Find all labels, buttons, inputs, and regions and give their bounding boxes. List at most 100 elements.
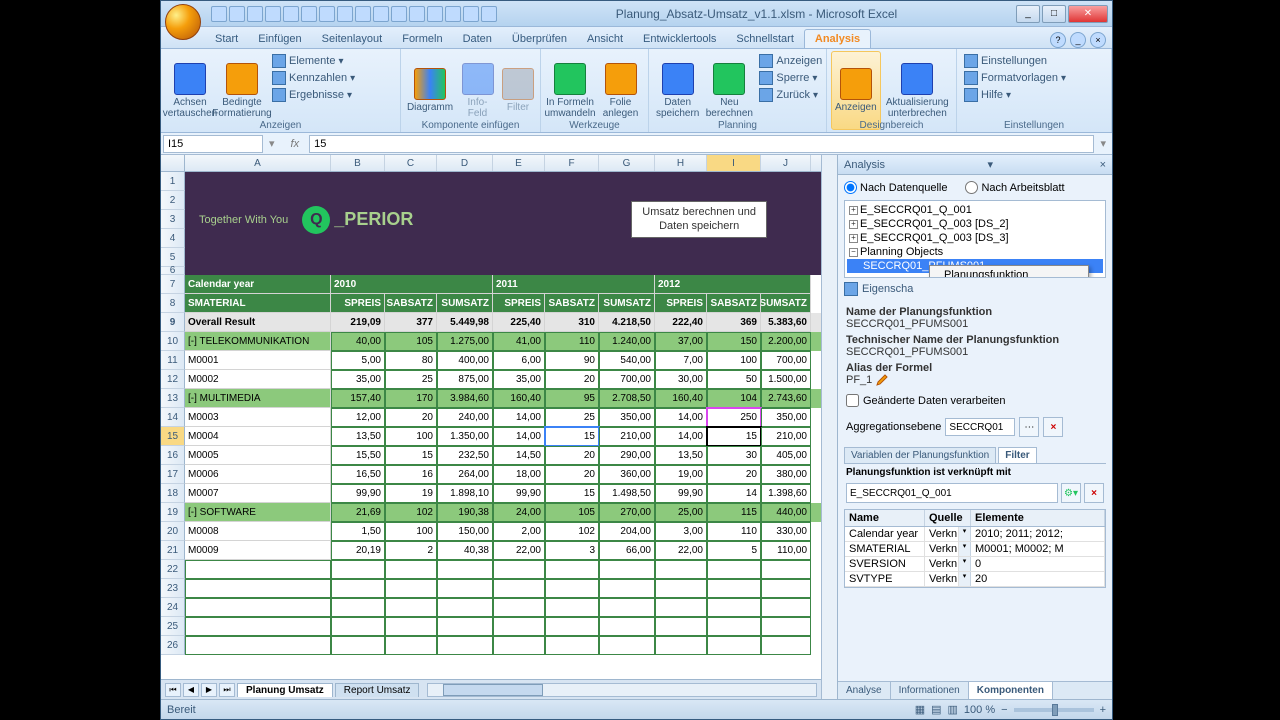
cell[interactable] — [761, 579, 811, 598]
cell[interactable]: 50 — [707, 370, 761, 389]
cell[interactable]: 264,00 — [437, 465, 493, 484]
qat-icon[interactable] — [481, 6, 497, 22]
view-break-icon[interactable]: ▥ — [948, 703, 958, 716]
cell[interactable] — [707, 636, 761, 655]
cell[interactable]: 270,00 — [599, 503, 655, 522]
cell[interactable]: 12,00 — [331, 408, 385, 427]
qat-icon[interactable] — [355, 6, 371, 22]
qat-icon[interactable] — [319, 6, 335, 22]
tab-entwicklertools[interactable]: Entwicklertools — [633, 30, 726, 48]
cell[interactable]: 41,00 — [493, 332, 545, 351]
column-header[interactable]: B — [331, 155, 385, 171]
row-header[interactable]: 19 — [161, 503, 185, 522]
cell[interactable]: 1.498,50 — [599, 484, 655, 503]
tab-schnellstart[interactable]: Schnellstart — [726, 30, 803, 48]
link-input[interactable] — [846, 483, 1058, 503]
cell[interactable]: 210,00 — [599, 427, 655, 446]
cell[interactable]: 3.984,60 — [437, 389, 493, 408]
cell[interactable]: 19,00 — [655, 465, 707, 484]
cell[interactable]: 5,00 — [331, 351, 385, 370]
cell[interactable]: M0004 — [185, 427, 331, 446]
cell[interactable] — [331, 579, 385, 598]
cell[interactable]: 40,38 — [437, 541, 493, 560]
filter-row[interactable]: SVERSIONVerkn▾0 — [845, 557, 1105, 572]
qat-icon[interactable] — [283, 6, 299, 22]
link-clear-button[interactable]: × — [1084, 483, 1104, 503]
cell[interactable]: [-] SOFTWARE — [185, 503, 331, 522]
cell[interactable] — [185, 598, 331, 617]
cell[interactable]: [-] MULTIMEDIA — [185, 389, 331, 408]
row-header[interactable]: 12 — [161, 370, 185, 389]
anzeigen-design-button[interactable]: Anzeigen — [831, 51, 881, 130]
column-header[interactable]: J — [761, 155, 811, 171]
einstellungen-button[interactable]: Einstellungen — [961, 53, 1107, 69]
cell[interactable]: SPREIS — [331, 294, 385, 313]
cell[interactable] — [545, 598, 599, 617]
cell[interactable]: 16 — [385, 465, 437, 484]
qat-save-icon[interactable] — [211, 6, 227, 22]
cell[interactable]: 150,00 — [437, 522, 493, 541]
cell[interactable]: 700,00 — [761, 351, 811, 370]
cell[interactable] — [331, 560, 385, 579]
close-doc-icon[interactable]: × — [1090, 32, 1106, 48]
cell[interactable]: 1.240,00 — [599, 332, 655, 351]
kennzahlen-button[interactable]: Kennzahlen ▾ — [269, 70, 358, 86]
row-header[interactable]: 22 — [161, 560, 185, 579]
row-header[interactable]: 26 — [161, 636, 185, 655]
cell[interactable]: 15,50 — [331, 446, 385, 465]
cell[interactable]: SABSATZ — [707, 294, 761, 313]
cell[interactable]: 110 — [545, 332, 599, 351]
cell[interactable]: 219,09 — [331, 313, 385, 332]
sheet-tab-active[interactable]: Planung Umsatz — [237, 683, 333, 697]
cell[interactable]: 15 — [707, 427, 761, 446]
cell[interactable]: 22,00 — [655, 541, 707, 560]
cell[interactable]: 20 — [707, 465, 761, 484]
cell[interactable]: 14,00 — [493, 408, 545, 427]
cell[interactable] — [493, 560, 545, 579]
filter-button[interactable]: Filter — [500, 51, 536, 130]
cell[interactable]: 290,00 — [599, 446, 655, 465]
cell[interactable] — [385, 560, 437, 579]
cell[interactable]: 105 — [545, 503, 599, 522]
qat-icon[interactable] — [409, 6, 425, 22]
next-sheet-button[interactable]: ▶ — [201, 683, 217, 697]
tab-formeln[interactable]: Formeln — [392, 30, 452, 48]
filter-row[interactable]: Calendar yearVerkn▾2010; 2011; 2012; — [845, 527, 1105, 542]
zoom-in-button[interactable]: + — [1100, 704, 1106, 716]
zurueck-button[interactable]: Zurück ▾ — [756, 87, 825, 103]
row-header[interactable]: 14 — [161, 408, 185, 427]
zoom-out-button[interactable]: − — [1001, 704, 1007, 716]
cell[interactable]: 225,40 — [493, 313, 545, 332]
cell[interactable] — [331, 636, 385, 655]
cell[interactable]: 2011 — [493, 275, 655, 294]
cell[interactable] — [761, 636, 811, 655]
cell[interactable]: 19 — [385, 484, 437, 503]
bottab-komponenten[interactable]: Komponenten — [969, 682, 1053, 699]
cell[interactable]: 14,00 — [655, 408, 707, 427]
cell[interactable]: 875,00 — [437, 370, 493, 389]
cell[interactable]: 102 — [385, 503, 437, 522]
cell[interactable]: 25,00 — [655, 503, 707, 522]
cell[interactable]: 369 — [707, 313, 761, 332]
ctx-execute[interactable]: Planungsfunktion ausführen — [930, 266, 1088, 278]
neu-berechnen-button[interactable]: Neu berechnen — [704, 51, 754, 130]
column-header[interactable]: H — [655, 155, 707, 171]
cell[interactable]: 6,00 — [493, 351, 545, 370]
edit-pencil-icon[interactable] — [876, 374, 888, 386]
cell[interactable]: 13,50 — [655, 446, 707, 465]
informeln-button[interactable]: In Formeln umwandeln — [545, 51, 595, 130]
cell[interactable]: 90 — [545, 351, 599, 370]
row-header[interactable]: 8 — [161, 294, 185, 313]
horizontal-scrollbar[interactable] — [427, 683, 817, 697]
cell[interactable] — [493, 598, 545, 617]
cell[interactable]: 5.449,98 — [437, 313, 493, 332]
cell[interactable]: 66,00 — [599, 541, 655, 560]
cell[interactable] — [707, 598, 761, 617]
row-header[interactable]: 7 — [161, 275, 185, 294]
cell[interactable] — [599, 598, 655, 617]
select-all-corner[interactable] — [161, 155, 185, 171]
cell[interactable]: 115 — [707, 503, 761, 522]
cell[interactable]: 104 — [707, 389, 761, 408]
cell[interactable]: 37,00 — [655, 332, 707, 351]
cell[interactable]: 100 — [385, 427, 437, 446]
